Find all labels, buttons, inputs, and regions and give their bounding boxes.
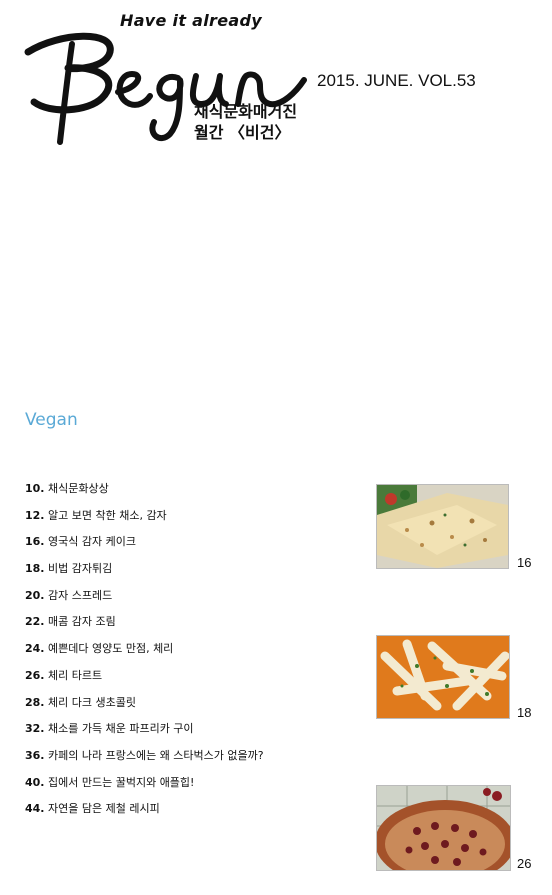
toc-title: 집에서 만드는 꿀벅지와 애플힙! <box>48 775 195 789</box>
toc-item[interactable]: 26. 체리 타르트 <box>25 663 264 690</box>
toc-item[interactable]: 16. 영국식 감자 케이크 <box>25 529 264 556</box>
table-of-contents: 10. 채식문화상상 12. 알고 보면 착한 채소, 감자 16. 영국식 감… <box>25 476 264 823</box>
magazine-subtitle: 월간 〈비건〉 <box>194 123 291 142</box>
toc-title: 체리 다크 생초콜릿 <box>48 695 136 709</box>
toc-page-number: 28. <box>25 695 45 709</box>
toc-title: 카페의 나라 프랑스에는 왜 스타벅스가 없을까? <box>48 748 264 762</box>
toc-item[interactable]: 20. 감자 스프레드 <box>25 583 264 610</box>
toc-page-number: 40. <box>25 775 45 789</box>
issue-info: 2015. JUNE. VOL.53 <box>317 71 476 90</box>
toc-page-number: 36. <box>25 748 45 762</box>
toc-page-number: 12. <box>25 508 45 522</box>
toc-title: 비법 감자튀김 <box>48 562 113 576</box>
toc-title: 자연을 담은 제철 레시피 <box>48 802 160 816</box>
toc-item[interactable]: 44. 자연을 담은 제철 레시피 <box>25 796 264 823</box>
toc-page-number: 44. <box>25 802 45 816</box>
toc-page-number: 26. <box>25 668 45 682</box>
toc-title: 체리 타르트 <box>48 668 103 682</box>
toc-page-number: 20. <box>25 588 45 602</box>
toc-title: 알고 보면 착한 채소, 감자 <box>48 508 167 522</box>
toc-title: 매콤 감자 조림 <box>48 615 116 629</box>
potato-fries-photo[interactable] <box>376 635 510 719</box>
toc-item[interactable]: 18. 비법 감자튀김 <box>25 556 264 583</box>
toc-title: 예쁜데다 영양도 만점, 체리 <box>48 642 174 656</box>
toc-page-number: 18. <box>25 562 45 576</box>
photo-page-ref: 16 <box>517 555 532 570</box>
toc-page-number: 16. <box>25 535 45 549</box>
toc-item[interactable]: 10. 채식문화상상 <box>25 476 264 503</box>
toc-item[interactable]: 22. 매콤 감자 조림 <box>25 609 264 636</box>
toc-item[interactable]: 12. 알고 보면 착한 채소, 감자 <box>25 503 264 530</box>
toc-page-number: 24. <box>25 642 45 656</box>
toc-item[interactable]: 40. 집에서 만드는 꿀벅지와 애플힙! <box>25 770 264 797</box>
potato-cake-photo[interactable] <box>376 484 509 569</box>
toc-item[interactable]: 24. 예쁜데다 영양도 만점, 체리 <box>25 636 264 663</box>
toc-title: 채소를 가득 채운 파프리카 구이 <box>48 722 194 736</box>
photo-page-ref: 18 <box>517 705 532 720</box>
toc-item[interactable]: 32. 채소를 가득 채운 파프리카 구이 <box>25 716 264 743</box>
toc-item[interactable]: 28. 체리 다크 생초콜릿 <box>25 690 264 717</box>
section-title: Vegan <box>25 410 78 430</box>
toc-title: 감자 스프레드 <box>48 588 113 602</box>
toc-item[interactable]: 36. 카페의 나라 프랑스에는 왜 스타벅스가 없을까? <box>25 743 264 770</box>
toc-page-number: 22. <box>25 615 45 629</box>
masthead: Have it already 2015. JUNE. VOL.53 채식문화매… <box>0 0 552 160</box>
toc-title: 채식문화상상 <box>48 482 109 495</box>
cherry-tart-photo[interactable] <box>376 785 511 871</box>
photo-page-ref: 26 <box>517 856 532 871</box>
toc-page-number: 32. <box>25 722 45 736</box>
toc-title: 영국식 감자 케이크 <box>48 535 136 549</box>
toc-page-number: 10. <box>25 482 45 495</box>
